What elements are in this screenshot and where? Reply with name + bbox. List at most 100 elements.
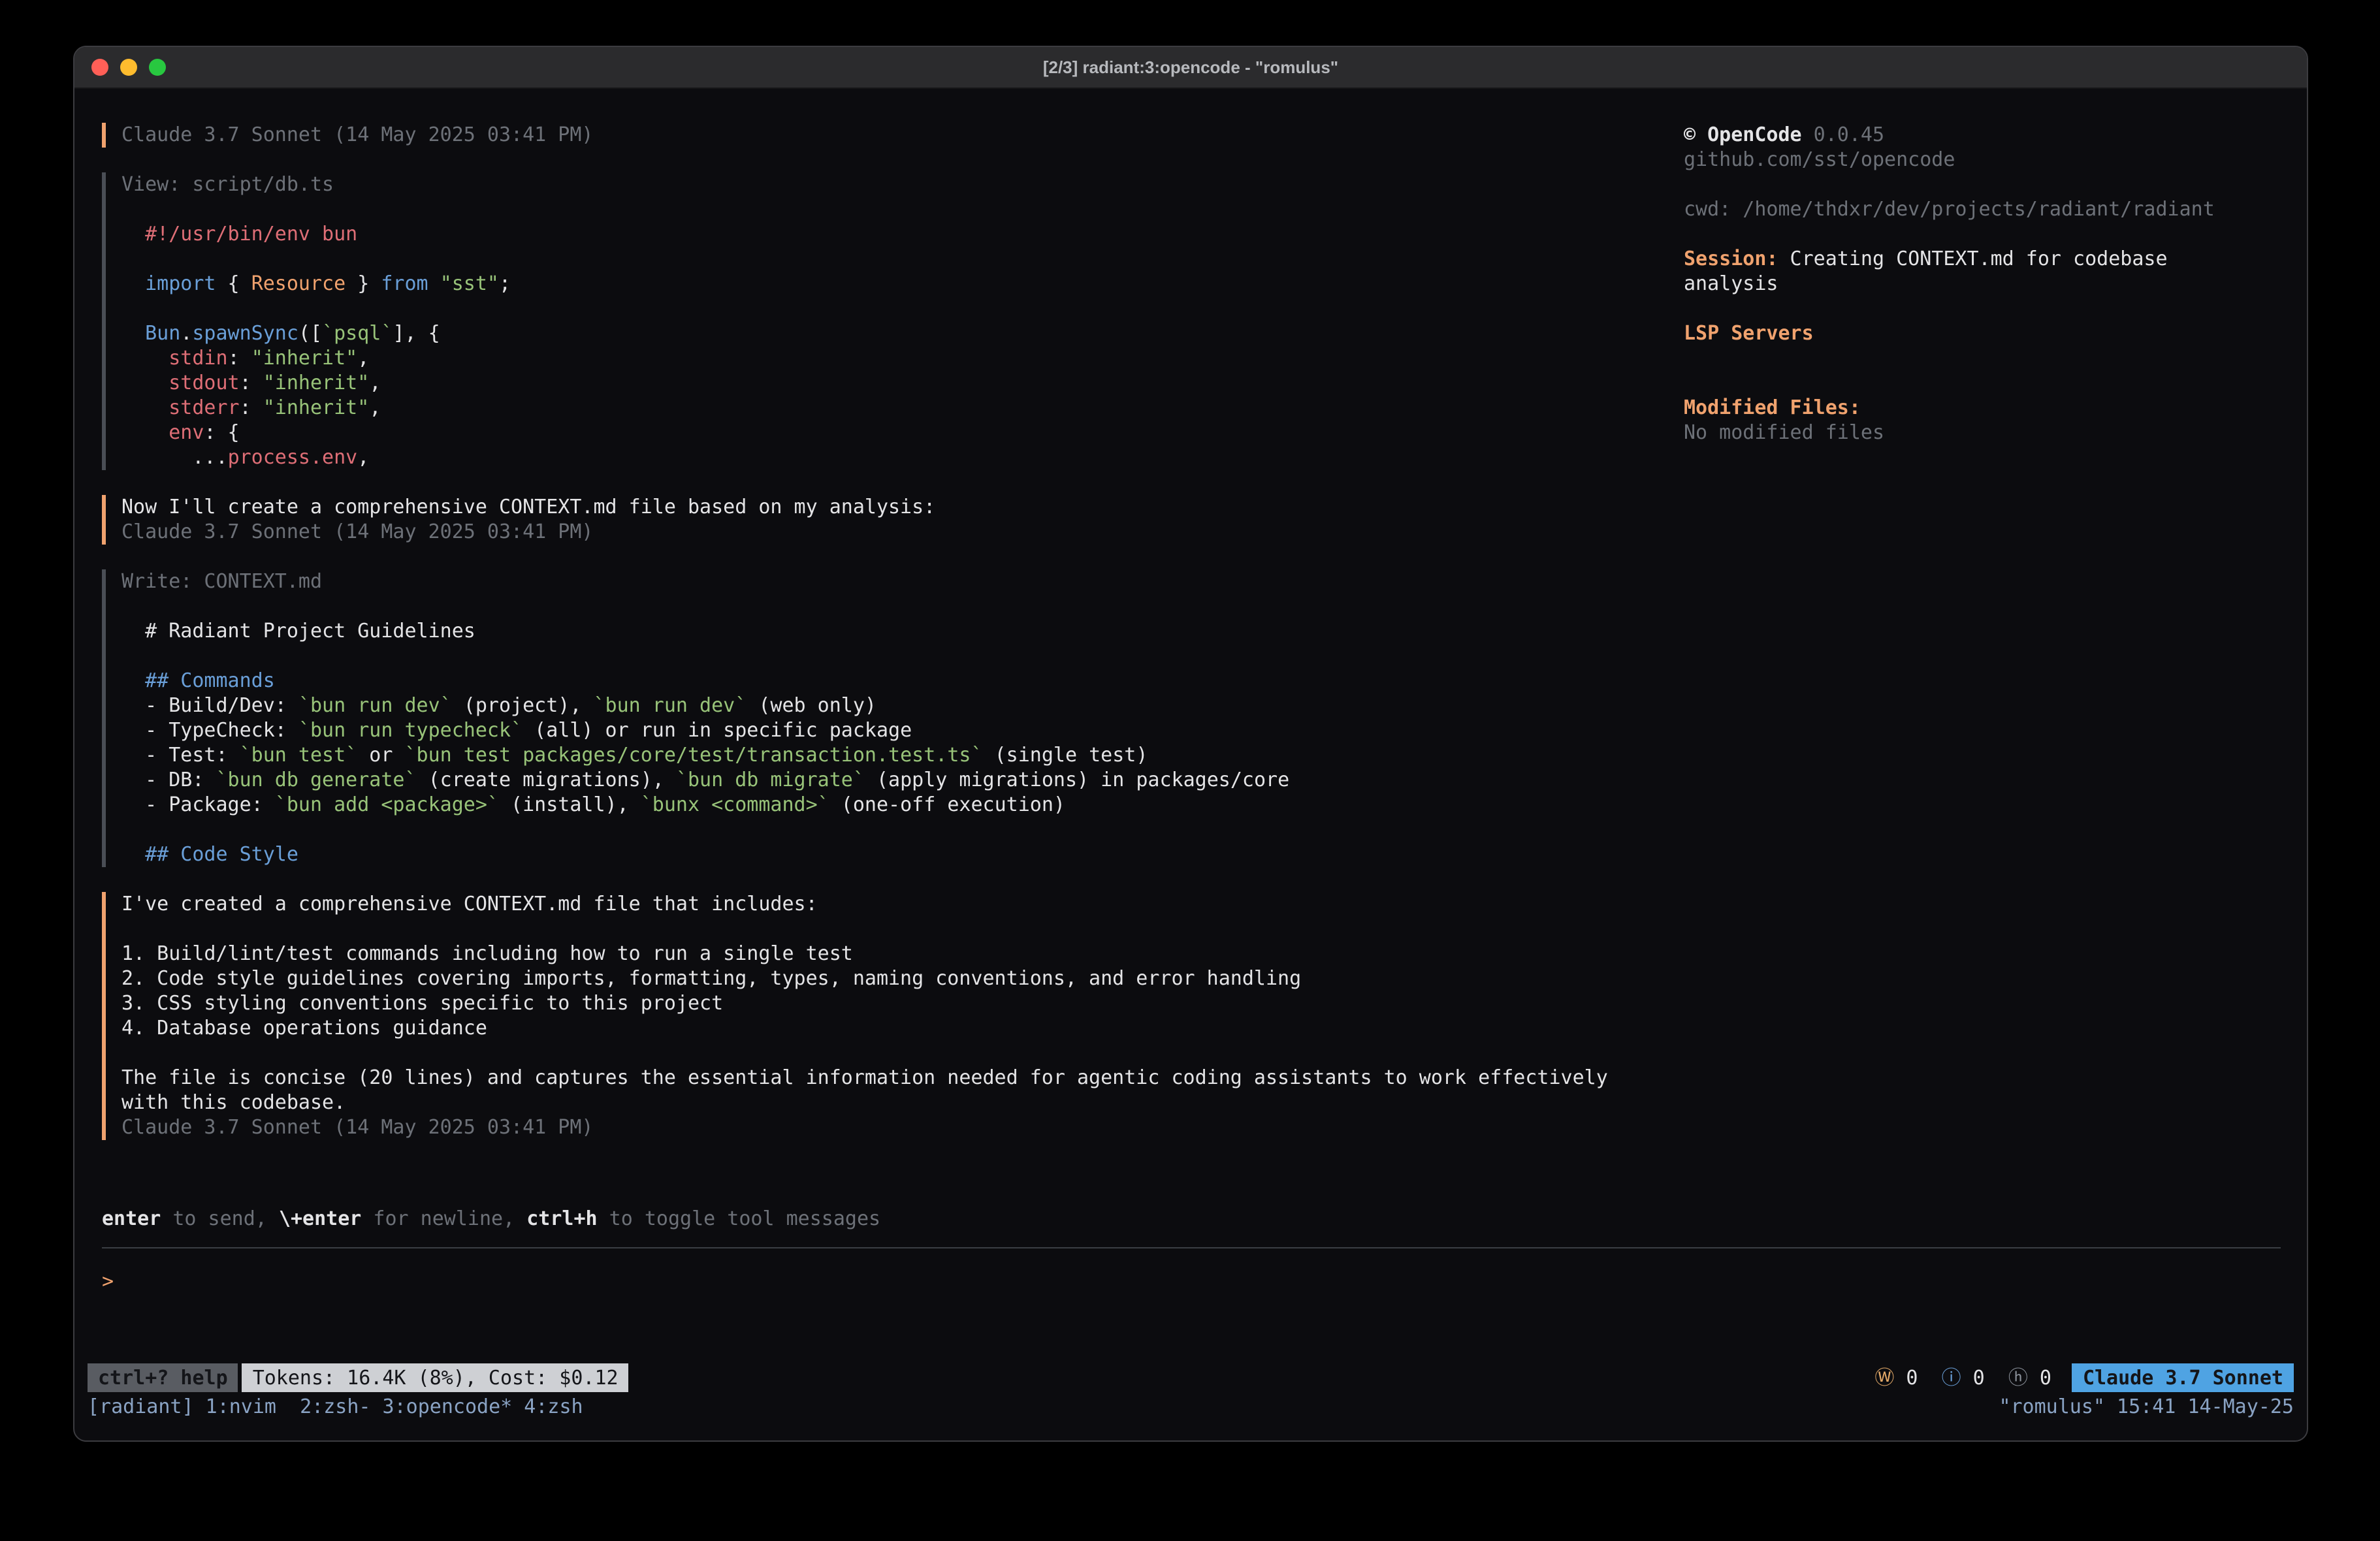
text-line: Bun.spawnSync([`psql`], { bbox=[121, 321, 1684, 346]
text-line: Claude 3.7 Sonnet (14 May 2025 03:41 PM) bbox=[121, 123, 1684, 148]
text-segment: "sst" bbox=[440, 272, 499, 295]
text-line bbox=[121, 247, 1684, 272]
text-line bbox=[1684, 172, 2281, 197]
text-line: #!/usr/bin/env bun bbox=[121, 222, 1684, 247]
minimize-button[interactable] bbox=[120, 59, 137, 76]
text-segment bbox=[121, 396, 169, 419]
text-segment: 4. Database operations guidance bbox=[121, 1016, 487, 1040]
text-line bbox=[1684, 371, 2281, 396]
text-segment: ⓘ bbox=[1942, 1365, 1973, 1389]
text-line: - TypeCheck: `bun run typecheck` (all) o… bbox=[121, 718, 1684, 743]
text-segment: stderr bbox=[169, 396, 239, 419]
text-line: LSP Servers bbox=[1684, 321, 2281, 346]
text-segment: Modified Files: bbox=[1684, 396, 1861, 419]
text-segment: #!/usr/bin/env bun bbox=[145, 222, 357, 246]
text-segment: ], { bbox=[393, 321, 440, 345]
text-line: - DB: `bun db generate` (create migratio… bbox=[121, 768, 1684, 793]
text-segment: , bbox=[369, 396, 381, 419]
text-line: env: { bbox=[121, 421, 1684, 445]
text-segment: "inherit" bbox=[251, 346, 358, 370]
text-segment: `bun add <package>` bbox=[275, 793, 499, 816]
text-segment: No modified files bbox=[1684, 421, 1884, 444]
text-segment: (all) or run in specific package bbox=[523, 718, 912, 742]
text-segment: 1. Build/lint/test commands including ho… bbox=[121, 942, 853, 965]
text-segment: 0 bbox=[1906, 1365, 1941, 1389]
text-line: 3. CSS styling conventions specific to t… bbox=[121, 991, 1684, 1016]
text-segment: , bbox=[357, 445, 369, 469]
status-bar: ctrl+? help Tokens: 16.4K (8%), Cost: $0… bbox=[88, 1363, 2294, 1392]
text-line: ...process.env, bbox=[121, 445, 1684, 470]
assistant-message-block: Now I'll create a comprehensive CONTEXT.… bbox=[102, 495, 1684, 545]
text-segment: The file is concise (20 lines) and captu… bbox=[121, 1066, 1608, 1089]
text-segment: to send, bbox=[161, 1207, 279, 1230]
text-line: 4. Database operations guidance bbox=[121, 1016, 1684, 1041]
text-segment: LSP Servers bbox=[1684, 321, 1814, 345]
text-segment: - TypeCheck: bbox=[121, 718, 298, 742]
close-button[interactable] bbox=[91, 59, 108, 76]
text-segment: env bbox=[169, 421, 204, 444]
text-line: I've created a comprehensive CONTEXT.md … bbox=[121, 892, 1684, 917]
text-line: Claude 3.7 Sonnet (14 May 2025 03:41 PM) bbox=[121, 520, 1684, 545]
text-segment: (create migrations), bbox=[417, 768, 676, 791]
text-segment: # Radiant Project Guidelines bbox=[121, 619, 475, 643]
text-segment: with this codebase. bbox=[121, 1090, 346, 1114]
session-sidebar: © OpenCode 0.0.45github.com/sst/opencode… bbox=[1684, 123, 2281, 1207]
text-line bbox=[121, 296, 1684, 321]
text-segment: Claude 3.7 Sonnet (14 May 2025 03:41 PM) bbox=[121, 123, 593, 146]
traffic-lights bbox=[74, 59, 166, 76]
zoom-button[interactable] bbox=[149, 59, 166, 76]
text-segment: `bun test packages/core/test/transaction… bbox=[405, 743, 983, 767]
text-segment: ⓗ bbox=[2008, 1365, 2040, 1389]
text-line: ## Commands bbox=[121, 669, 1684, 693]
text-line bbox=[1684, 346, 2281, 371]
text-segment: Ⓦ bbox=[1874, 1365, 1906, 1389]
text-segment: Creating CONTEXT.md for codebase bbox=[1778, 247, 2168, 270]
text-segment: View: script/db.ts bbox=[121, 172, 334, 196]
text-segment: Write: CONTEXT.md bbox=[121, 569, 322, 593]
text-segment: Resource bbox=[251, 272, 346, 295]
text-segment: `bun run typecheck` bbox=[298, 718, 523, 742]
text-segment: import bbox=[145, 272, 216, 295]
diagnostics-counters: Ⓦ 0 ⓘ 0 ⓗ 0 bbox=[1874, 1365, 2051, 1390]
help-chip[interactable]: ctrl+? help bbox=[88, 1363, 238, 1392]
text-segment: 0 bbox=[1973, 1365, 2008, 1389]
text-segment: `bunx <command>` bbox=[641, 793, 829, 816]
text-line: View: script/db.ts bbox=[121, 172, 1684, 197]
text-line: 2. Code style guidelines covering import… bbox=[121, 966, 1684, 991]
prompt-symbol: > bbox=[102, 1269, 114, 1293]
text-segment: © OpenCode bbox=[1684, 123, 1802, 146]
text-line: ## Code Style bbox=[121, 842, 1684, 867]
prompt-input[interactable]: > bbox=[74, 1248, 2307, 1363]
text-segment: \+enter bbox=[279, 1207, 361, 1230]
window-titlebar: [2/3] radiant:3:opencode - "romulus" bbox=[74, 47, 2307, 89]
text-segment: - Package: bbox=[121, 793, 275, 816]
text-line: Modified Files: bbox=[1684, 396, 2281, 421]
text-segment bbox=[121, 842, 145, 866]
text-line: 1. Build/lint/test commands including ho… bbox=[121, 942, 1684, 966]
tmux-session-info: "romulus" 15:41 14-May-25 bbox=[1999, 1395, 2294, 1420]
text-line: Now I'll create a comprehensive CONTEXT.… bbox=[121, 495, 1684, 520]
text-line: No modified files bbox=[1684, 421, 2281, 445]
text-line: Session: Creating CONTEXT.md for codebas… bbox=[1684, 247, 2281, 272]
text-line bbox=[121, 644, 1684, 669]
assistant-header-block: Claude 3.7 Sonnet (14 May 2025 03:41 PM) bbox=[102, 123, 1684, 148]
text-line: Claude 3.7 Sonnet (14 May 2025 03:41 PM) bbox=[121, 1115, 1684, 1140]
text-segment: `bun test` bbox=[240, 743, 358, 767]
text-segment: Bun bbox=[145, 321, 180, 345]
help-hint: enter to send, \+enter for newline, ctrl… bbox=[102, 1207, 2281, 1231]
text-segment: to toggle tool messages bbox=[598, 1207, 881, 1230]
text-segment: "inherit" bbox=[263, 371, 370, 394]
chat-log: Claude 3.7 Sonnet (14 May 2025 03:41 PM)… bbox=[74, 123, 1684, 1207]
text-line bbox=[121, 818, 1684, 842]
text-line: stdin: "inherit", bbox=[121, 346, 1684, 371]
text-segment: (single test) bbox=[983, 743, 1148, 767]
model-chip: Claude 3.7 Sonnet bbox=[2072, 1363, 2294, 1392]
text-line bbox=[121, 594, 1684, 619]
text-segment: : { bbox=[204, 421, 239, 444]
text-segment bbox=[121, 222, 145, 246]
text-segment: stdout bbox=[169, 371, 239, 394]
tmux-status-bar: [radiant] 1:nvim 2:zsh- 3:opencode* 4:zs… bbox=[88, 1395, 2294, 1420]
text-line: stderr: "inherit", bbox=[121, 396, 1684, 421]
text-segment: { bbox=[216, 272, 251, 295]
text-line: github.com/sst/opencode bbox=[1684, 148, 2281, 172]
